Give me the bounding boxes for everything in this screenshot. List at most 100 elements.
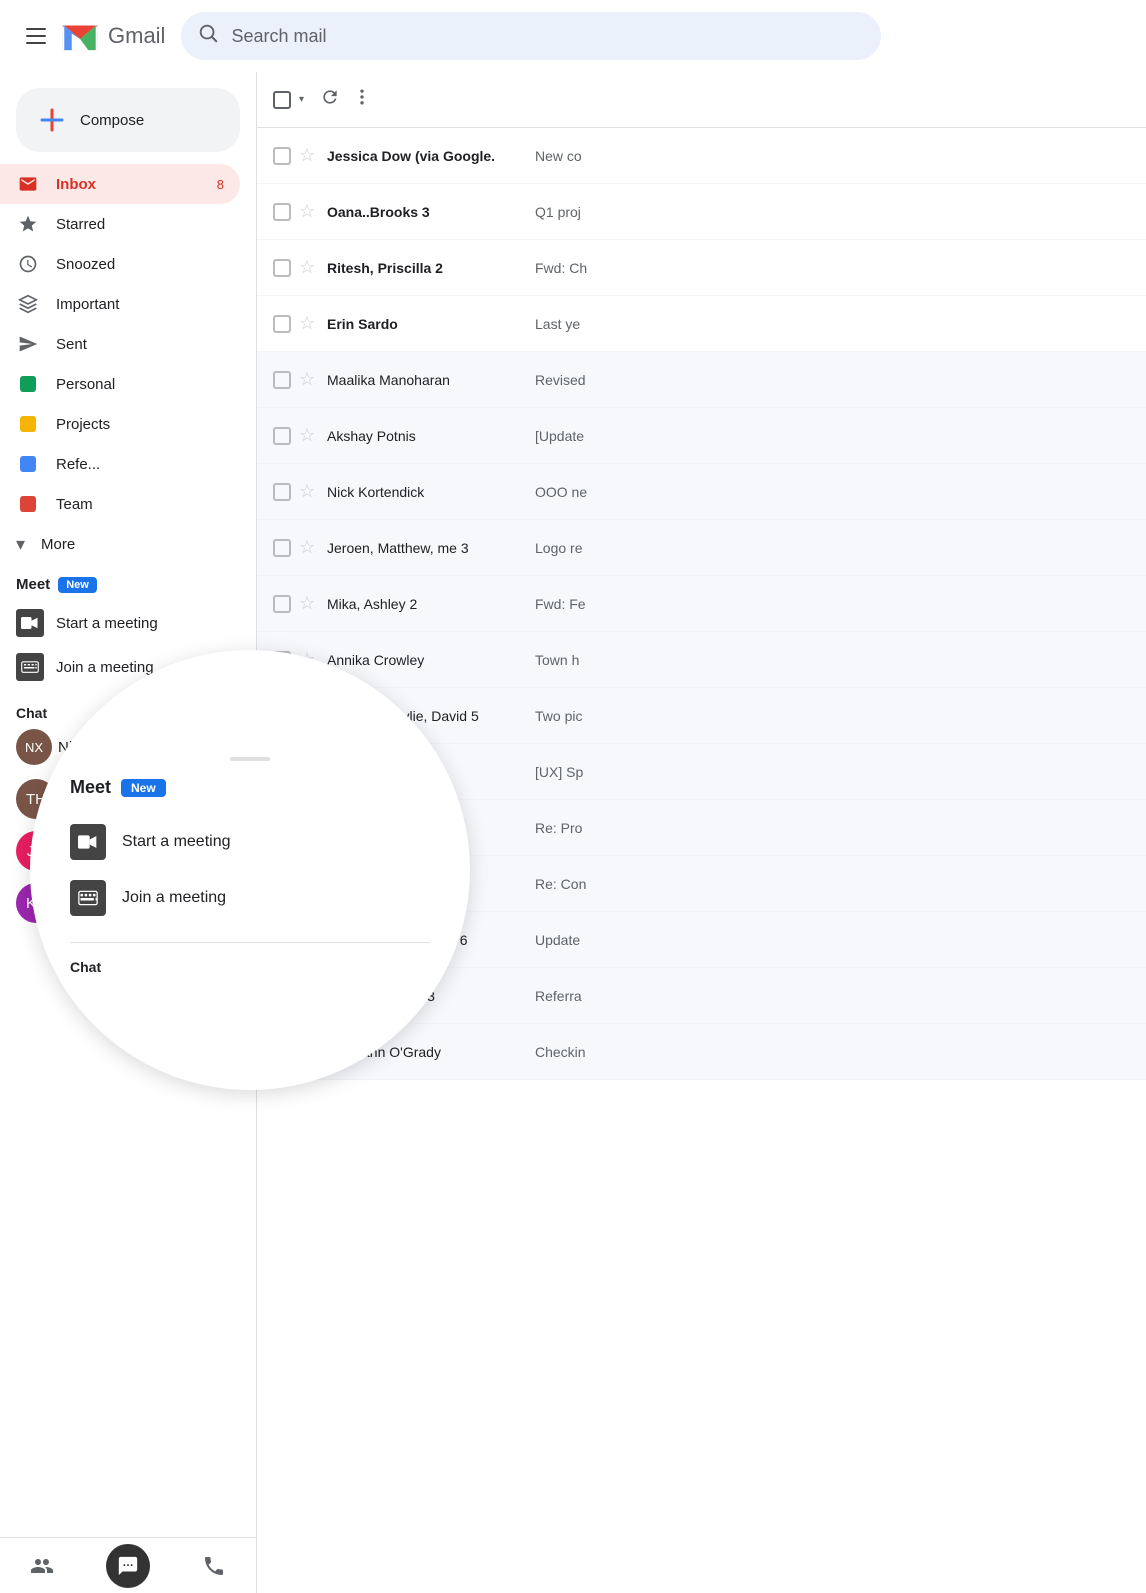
row-sender: Erin Sardo (327, 316, 527, 332)
row-sender: Akshay Potnis (327, 428, 527, 444)
team-label-dot (20, 496, 36, 512)
row-snippet: Town h (535, 652, 1130, 668)
important-icon (16, 292, 40, 316)
row-snippet: Revised (535, 372, 1130, 388)
row-checkbox[interactable] (273, 595, 291, 613)
row-sender: Ritesh, Priscilla 2 (327, 260, 527, 276)
row-checkbox[interactable] (273, 315, 291, 333)
inbox-label: Inbox (56, 176, 201, 193)
email-row[interactable]: ☆ Maalika Manoharan Revised (257, 352, 1146, 408)
chat-bubble-button[interactable] (106, 1544, 150, 1588)
star-icon[interactable]: ☆ (299, 482, 319, 502)
sent-label: Sent (56, 336, 224, 353)
gmail-label: Gmail (108, 23, 165, 49)
inbox-badge: 8 (217, 177, 224, 192)
star-icon[interactable]: ☆ (299, 426, 319, 446)
row-snippet: OOO ne (535, 484, 1130, 500)
sent-icon (16, 332, 40, 356)
refresh-button[interactable] (320, 87, 340, 113)
star-icon (16, 212, 40, 236)
people-button[interactable] (22, 1546, 62, 1586)
star-icon[interactable]: ☆ (299, 370, 319, 390)
row-checkbox[interactable] (273, 203, 291, 221)
sidebar-item-snoozed[interactable]: Snoozed (0, 244, 240, 284)
row-snippet: Referra (535, 988, 1130, 1004)
sidebar-item-starred[interactable]: Starred (0, 204, 240, 244)
compose-button[interactable]: Compose (16, 88, 240, 152)
start-meeting-button[interactable]: Start a meeting (16, 601, 240, 645)
row-checkbox[interactable] (273, 259, 291, 277)
phone-icon (202, 1554, 226, 1578)
row-snippet: Update (535, 932, 1130, 948)
overlay-chat-title: Chat (70, 959, 430, 975)
overlay-join-meeting-label: Join a meeting (122, 889, 226, 907)
row-snippet: Fwd: Fe (535, 596, 1130, 612)
meet-header: Meet New (16, 576, 240, 593)
sidebar-item-personal[interactable]: Personal (0, 364, 240, 404)
row-snippet: New co (535, 148, 1130, 164)
star-icon[interactable]: ☆ (299, 202, 319, 222)
overlay-meet-title: Meet (70, 777, 111, 798)
email-row[interactable]: ☆ Akshay Potnis [Update (257, 408, 1146, 464)
more-button[interactable]: ▾ More (0, 524, 256, 564)
email-row[interactable]: ☆ Jeroen, Matthew, me 3 Logo re (257, 520, 1146, 576)
references-label-dot (20, 456, 36, 472)
overlay-meet-section: Meet New Start a meeting Join a meeting (70, 777, 430, 934)
personal-label-dot (20, 376, 36, 392)
scroll-indicator (230, 757, 270, 761)
star-icon[interactable]: ☆ (299, 538, 319, 558)
references-label: Refe... (56, 456, 224, 473)
sidebar-item-projects[interactable]: Projects (0, 404, 240, 444)
row-snippet: Two pic (535, 708, 1130, 724)
overlay-start-meeting-label: Start a meeting (122, 833, 231, 851)
join-meeting-label: Join a meeting (56, 659, 154, 676)
row-sender: Nick Kortendick (327, 484, 527, 500)
circle-overlay: Meet New Start a meeting Join a meeting … (30, 650, 470, 1090)
row-sender: Jeroen, Matthew, me 3 (327, 540, 527, 556)
meet-title: Meet (16, 576, 50, 593)
circle-content: Meet New Start a meeting Join a meeting … (30, 733, 470, 1007)
chat-bubble-icon (117, 1555, 139, 1577)
more-label: More (41, 536, 75, 553)
sidebar-item-sent[interactable]: Sent (0, 324, 240, 364)
overlay-join-meeting-button[interactable]: Join a meeting (70, 870, 430, 926)
email-toolbar: ▾ (257, 72, 1146, 128)
toolbar-more-button[interactable] (352, 87, 372, 113)
overlay-keyboard-icon (70, 880, 106, 916)
search-icon (197, 22, 219, 50)
projects-label: Projects (56, 416, 224, 433)
select-dropdown-icon[interactable]: ▾ (299, 94, 304, 105)
email-row[interactable]: ☆ Ritesh, Priscilla 2 Fwd: Ch (257, 240, 1146, 296)
row-checkbox[interactable] (273, 371, 291, 389)
row-sender: Annika Crowley (327, 652, 527, 668)
row-sender: Maalika Manoharan (327, 372, 527, 388)
row-checkbox[interactable] (273, 539, 291, 557)
email-row[interactable]: ☆ Jessica Dow (via Google. New co (257, 128, 1146, 184)
star-icon[interactable]: ☆ (299, 146, 319, 166)
menu-button[interactable] (16, 16, 56, 56)
email-row[interactable]: ☆ Annika Crowley Town h (257, 632, 1146, 688)
search-placeholder: Search mail (231, 26, 326, 47)
select-all-checkbox[interactable] (273, 91, 291, 109)
phone-button[interactable] (194, 1546, 234, 1586)
email-row[interactable]: ☆ Oana..Brooks 3 Q1 proj (257, 184, 1146, 240)
star-icon[interactable]: ☆ (299, 258, 319, 278)
email-row[interactable]: ☆ Nick Kortendick OOO ne (257, 464, 1146, 520)
row-checkbox[interactable] (273, 427, 291, 445)
row-checkbox[interactable] (273, 147, 291, 165)
row-snippet: Last ye (535, 316, 1130, 332)
sidebar-item-important[interactable]: Important (0, 284, 240, 324)
email-row[interactable]: ☆ Mika, Ashley 2 Fwd: Fe (257, 576, 1146, 632)
search-bar[interactable]: Search mail (181, 12, 881, 60)
sidebar-item-team[interactable]: Team (0, 484, 240, 524)
star-icon[interactable]: ☆ (299, 314, 319, 334)
sidebar-item-references[interactable]: Refe... (0, 444, 240, 484)
inbox-icon (16, 172, 40, 196)
sidebar-item-inbox[interactable]: Inbox 8 (0, 164, 240, 204)
important-label: Important (56, 296, 224, 313)
row-checkbox[interactable] (273, 483, 291, 501)
email-row[interactable]: ☆ Erin Sardo Last ye (257, 296, 1146, 352)
projects-label-dot (20, 416, 36, 432)
overlay-start-meeting-button[interactable]: Start a meeting (70, 814, 430, 870)
star-icon[interactable]: ☆ (299, 594, 319, 614)
